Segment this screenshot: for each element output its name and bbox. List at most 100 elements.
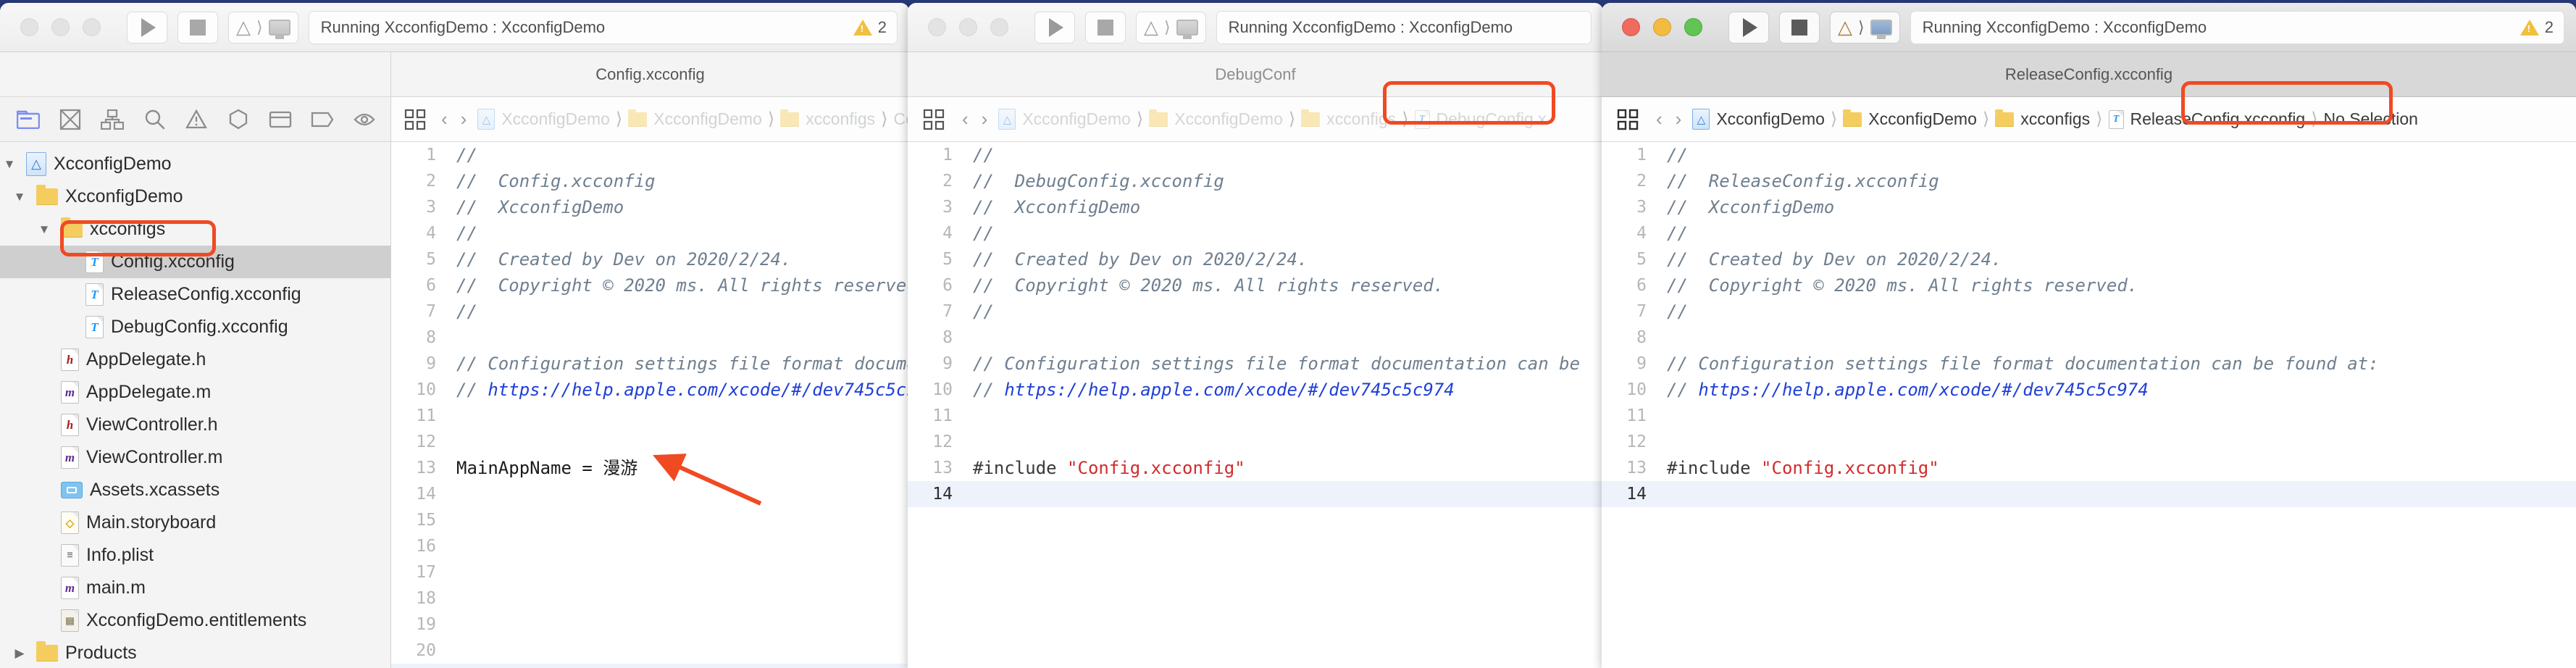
disclosure-triangle-open[interactable]: ▼ — [35, 222, 54, 237]
code-line[interactable]: 13 MainAppName = 漫游 — [391, 455, 909, 481]
report-navigator-icon[interactable] — [343, 105, 385, 134]
tree-row[interactable]: ▶ Products — [0, 637, 390, 668]
code-line[interactable]: 18 — [391, 585, 909, 611]
back-button[interactable]: ‹ — [1649, 108, 1669, 130]
breadcrumb-group[interactable]: XcconfigDemo — [1839, 109, 1981, 129]
traffic-lights-releaseconfig[interactable] — [1622, 18, 1702, 36]
jump-bar-releaseconfig[interactable]: ‹ › △ XcconfigDemo ⟩ XcconfigDemo ⟩ xcco… — [1602, 97, 2576, 142]
close-button[interactable] — [928, 18, 946, 36]
code-line[interactable]: 6 // Copyright © 2020 ms. All rights rese… — [908, 272, 1603, 298]
code-line[interactable]: 1 // — [1602, 142, 2576, 168]
tree-row[interactable]: ☰ Info.plist — [0, 539, 390, 572]
code-editor-debugconfig[interactable]: 1 // 2 // DebugConfig.xcconfig 3 // XcconfigD… — [908, 142, 1603, 668]
navigator-icon-bar[interactable] — [0, 97, 390, 142]
tree-row[interactable]: m ViewController.m — [0, 441, 390, 474]
code-line[interactable]: 17 — [391, 559, 909, 585]
code-line[interactable]: 12 — [391, 429, 909, 455]
close-button[interactable] — [20, 18, 38, 36]
code-line[interactable]: 2 // DebugConfig.xcconfig — [908, 168, 1603, 194]
breadcrumb-group[interactable]: XcconfigDemo — [1145, 109, 1287, 129]
tree-row[interactable]: ▼ xcconfigs — [0, 213, 390, 246]
tree-row[interactable]: T Config.xcconfig — [0, 246, 390, 278]
code-line[interactable]: 2 // Config.xcconfig — [391, 168, 909, 194]
breadcrumb-subgroup[interactable]: xcconfigs — [1991, 109, 2094, 129]
tree-row[interactable]: h ViewController.h — [0, 409, 390, 441]
code-line[interactable]: 6 // Copyright © 2020 ms. All rights rese… — [1602, 272, 2576, 298]
stop-button[interactable] — [1779, 11, 1820, 43]
breadcrumb-subgroup[interactable]: xcconfigs — [776, 109, 879, 129]
code-line[interactable]: 20 — [391, 638, 909, 664]
debug-navigator-icon[interactable] — [259, 105, 301, 134]
tree-row[interactable]: m main.m — [0, 572, 390, 604]
code-line[interactable]: 5 // Created by Dev on 2020/2/24. — [908, 246, 1603, 272]
stop-button[interactable] — [1085, 11, 1126, 43]
code-line[interactable]: 9 // Configuration settings file format d… — [391, 351, 909, 377]
code-line[interactable]: 11 — [908, 403, 1603, 429]
code-line[interactable]: 9 // Configuration settings file format d… — [908, 351, 1603, 377]
zoom-button[interactable] — [83, 18, 101, 36]
breadcrumb-file[interactable]: T ReleaseConfig.xcconfig — [2104, 109, 2310, 129]
minimize-button[interactable] — [51, 18, 70, 36]
run-button[interactable] — [127, 11, 167, 43]
zoom-button[interactable] — [1684, 18, 1702, 36]
related-items-icon[interactable] — [921, 107, 947, 133]
editor-pane-config[interactable]: Config.xcconfig ‹ › △ XcconfigDemo ⟩ Xcc… — [391, 52, 909, 668]
code-line[interactable]: 16 — [391, 533, 909, 559]
code-line[interactable]: 1 // — [391, 142, 909, 168]
code-line[interactable]: 9 // Configuration settings file format d… — [1602, 351, 2576, 377]
code-line[interactable]: 13 #include "Config.xcconfig" — [1602, 455, 2576, 481]
code-line[interactable]: 14 — [391, 481, 909, 507]
editor-pane-releaseconfig[interactable]: ReleaseConfig.xcconfig ‹ › △ XcconfigDem… — [1602, 52, 2576, 668]
xcode-window-debugconfig[interactable]: △ ⟩ Running XcconfigDemo : XcconfigDemo … — [908, 3, 1603, 668]
related-items-icon[interactable] — [1615, 107, 1641, 133]
code-line[interactable]: 3 // XcconfigDemo — [391, 194, 909, 220]
project-navigator-icon[interactable] — [7, 105, 49, 134]
close-button[interactable] — [1622, 18, 1640, 36]
tree-row[interactable]: h AppDelegate.h — [0, 343, 390, 376]
tree-row[interactable]: ◇ Main.storyboard — [0, 506, 390, 539]
disclosure-triangle-closed[interactable]: ▶ — [10, 646, 29, 661]
code-editor-config[interactable]: 1 // 2 // Config.xcconfig 3 // XcconfigDemo 4 /… — [391, 142, 909, 668]
disclosure-triangle-open[interactable]: ▼ — [10, 190, 29, 204]
tree-row[interactable]: ▼ △ XcconfigDemo — [0, 148, 390, 180]
tree-row[interactable]: Assets.xcassets — [0, 474, 390, 506]
breadcrumb-file[interactable]: Config.xc — [890, 109, 910, 129]
code-line[interactable]: 2 // ReleaseConfig.xcconfig — [1602, 168, 2576, 194]
scheme-selector[interactable]: △ ⟩ — [228, 11, 298, 43]
code-line[interactable]: 8 — [1602, 325, 2576, 351]
code-line[interactable]: 3 // XcconfigDemo — [908, 194, 1603, 220]
code-line[interactable]: 7 // — [908, 298, 1603, 325]
tree-row[interactable]: ▤ XcconfigDemo.entitlements — [0, 604, 390, 637]
warning-indicator[interactable]: 2 — [2519, 12, 2554, 43]
code-line[interactable]: 15 — [391, 507, 909, 533]
code-line[interactable]: 7 // — [391, 298, 909, 325]
code-line[interactable]: 4 // — [908, 220, 1603, 246]
test-navigator-icon[interactable] — [217, 105, 259, 134]
disclosure-triangle-open[interactable]: ▼ — [0, 157, 19, 172]
code-line[interactable]: 8 — [391, 325, 909, 351]
code-line[interactable]: 10 // https://help.apple.com/xcode/#/dev7… — [1602, 377, 2576, 403]
code-line[interactable]: 19 — [391, 611, 909, 638]
jump-bar-config[interactable]: ‹ › △ XcconfigDemo ⟩ XcconfigDemo ⟩ xcco… — [391, 97, 909, 142]
xcode-window-config[interactable]: △ ⟩ Running XcconfigDemo : XcconfigDemo … — [0, 3, 909, 668]
tree-row[interactable]: T DebugConfig.xcconfig — [0, 311, 390, 343]
code-line[interactable]: 12 — [1602, 429, 2576, 455]
code-line[interactable]: 5 // Created by Dev on 2020/2/24. — [1602, 246, 2576, 272]
traffic-lights-config[interactable] — [20, 18, 101, 36]
navigator-panel[interactable]: ▼ △ XcconfigDemo ▼ XcconfigDemo ▼ xcconfigs T Co… — [0, 52, 391, 668]
jump-bar-debugconfig[interactable]: ‹ › △ XcconfigDemo ⟩ XcconfigDemo ⟩ xcco… — [908, 97, 1603, 142]
breadcrumb-project[interactable]: △ XcconfigDemo — [994, 109, 1135, 130]
code-line[interactable]: 8 — [908, 325, 1603, 351]
breakpoint-navigator-icon[interactable] — [301, 105, 343, 134]
code-line[interactable]: 11 — [1602, 403, 2576, 429]
code-line[interactable]: 14 — [908, 481, 1603, 507]
code-line[interactable]: 1 // — [908, 142, 1603, 168]
zoom-button[interactable] — [990, 18, 1008, 36]
run-button[interactable] — [1728, 11, 1769, 43]
code-line[interactable]: 6 // Copyright © 2020 ms. All rights rese… — [391, 272, 909, 298]
warning-indicator[interactable]: 2 — [853, 12, 887, 43]
code-editor-releaseconfig[interactable]: 1 // 2 // ReleaseConfig.xcconfig 3 // Xcconfi… — [1602, 142, 2576, 668]
breadcrumb-subgroup[interactable]: xcconfigs — [1297, 109, 1400, 129]
editor-pane-debugconfig[interactable]: DebugConf ‹ › △ XcconfigDemo ⟩ XcconfigD… — [908, 52, 1603, 668]
symbol-navigator-icon[interactable] — [91, 105, 133, 134]
